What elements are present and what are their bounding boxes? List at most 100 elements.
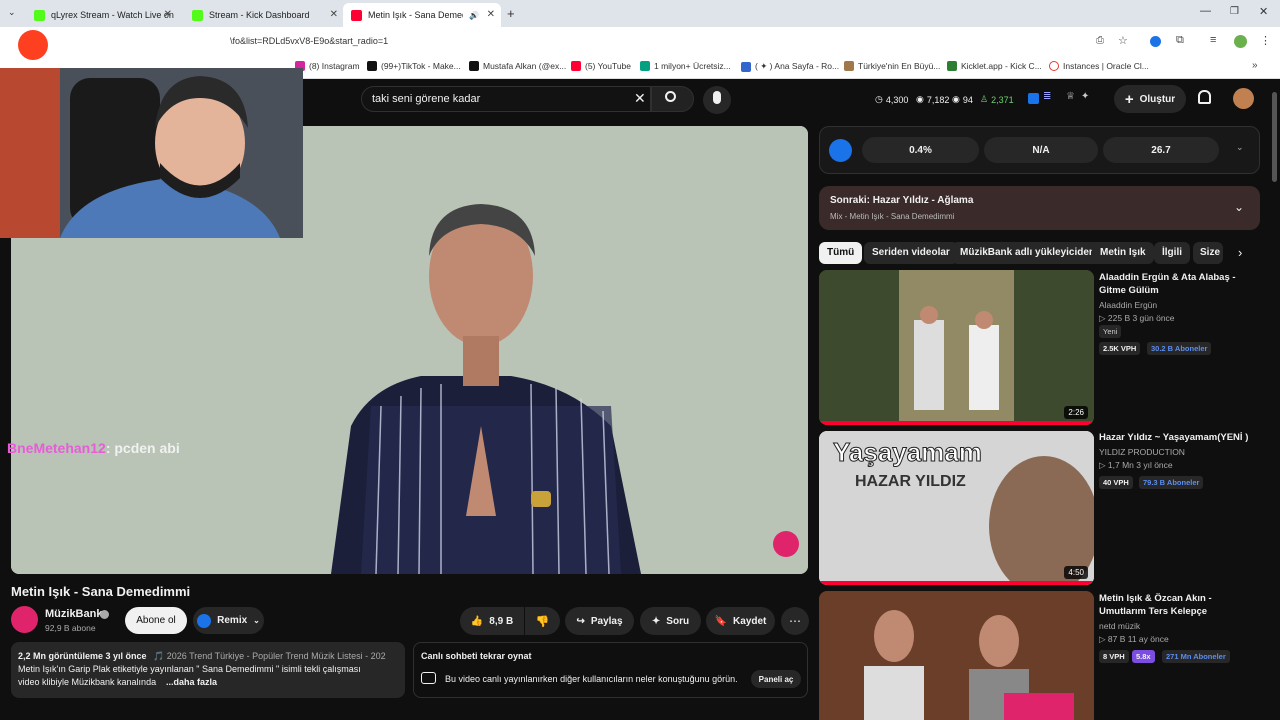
recommendation-thumbnail[interactable]: Yaşayamam HAZAR YILDIZ 4:50 bbox=[819, 431, 1094, 585]
bookmark-item[interactable]: Kicklet.app - Kick C... bbox=[947, 61, 1042, 71]
window-close-button[interactable]: ✕ bbox=[1259, 5, 1268, 18]
puzzle-icon[interactable]: ⧉ bbox=[1176, 34, 1184, 47]
webcam-overlay bbox=[0, 68, 303, 238]
roblox-icon bbox=[741, 61, 751, 72]
close-tab-icon[interactable]: ✕ bbox=[487, 9, 495, 20]
stat-watching: ◉ 94 bbox=[952, 94, 973, 105]
account-avatar[interactable] bbox=[1233, 88, 1254, 109]
like-button[interactable]: 👍 8,9 B bbox=[460, 607, 524, 635]
bookmark-item[interactable]: 1 milyon+ Ücretsiz... bbox=[640, 61, 731, 71]
search-icon bbox=[665, 91, 676, 102]
notifications-bell-icon[interactable] bbox=[1198, 90, 1211, 104]
description-hashtag[interactable]: 🎵 2026 Trend Türkiye - Popüler Trend Müz… bbox=[153, 651, 398, 662]
subs-badge: 79.3 B Aboneler bbox=[1139, 476, 1204, 489]
bookmark-item[interactable]: (8) Instagram bbox=[295, 61, 360, 71]
chip-related[interactable]: İlgili bbox=[1154, 242, 1190, 264]
thumbs-down-icon: 👎 bbox=[535, 615, 550, 628]
bookmark-item[interactable]: Türkiye'nin En Büyü... bbox=[844, 61, 940, 71]
plus-icon: + bbox=[1124, 90, 1134, 108]
recommendation-channel[interactable]: YILDIZ PRODUCTION bbox=[1099, 447, 1185, 457]
dislike-button[interactable]: 👎 bbox=[525, 607, 560, 635]
share-button[interactable]: ↪ Paylaş bbox=[565, 607, 634, 635]
chip-all[interactable]: Tümü bbox=[819, 242, 863, 264]
save-button[interactable]: 🔖 Kaydet bbox=[706, 607, 775, 635]
user-icon: ♙ bbox=[980, 94, 989, 104]
subs-badge: 30.2 B Aboneler bbox=[1147, 342, 1212, 355]
recommendation-thumbnail[interactable]: 2:26 bbox=[819, 270, 1094, 425]
menu-icon[interactable]: ⋮ bbox=[1260, 34, 1271, 47]
bookmark-item[interactable]: ( ✦ ) Ana Sayfa - Ro... bbox=[741, 61, 839, 72]
minimize-button[interactable]: — bbox=[1200, 5, 1211, 17]
tab-search-icon[interactable]: ⌄ bbox=[8, 7, 16, 18]
recommendation-title[interactable]: Metin Işık & Özcan Akın - Umutlarım Ters… bbox=[1099, 592, 1259, 618]
bookmark-item[interactable]: (5) YouTube bbox=[571, 61, 631, 71]
tab-youtube-active[interactable]: Metin Işık - Sana Demedimmi 🔊 ✕ bbox=[343, 3, 501, 27]
speaker-icon: 🔊 bbox=[469, 10, 479, 20]
kick-favicon-icon bbox=[192, 9, 203, 21]
recommendation-title[interactable]: Alaaddin Ergün & Ata Alabaş - Gitme Gülü… bbox=[1099, 271, 1259, 297]
chip-uploader[interactable]: MüzikBank adlı yükleyiciden bbox=[952, 242, 1104, 264]
thumbnail-image bbox=[819, 270, 1094, 425]
stat-subs: ♙ 2,371 bbox=[980, 94, 1014, 105]
chat-bubble-icon bbox=[421, 672, 436, 684]
chip-for-you[interactable]: Size ö bbox=[1193, 242, 1223, 264]
recommendation-thumbnail[interactable] bbox=[819, 591, 1094, 720]
bookmark-item[interactable]: (99+)TikTok - Make... bbox=[367, 61, 461, 71]
vph-badge: 2.5K VPH bbox=[1099, 342, 1141, 355]
ask-button[interactable]: ✦ Soru bbox=[640, 607, 701, 635]
media-icon[interactable]: ≡ bbox=[1210, 34, 1216, 46]
chevron-right-icon[interactable]: › bbox=[1238, 245, 1242, 260]
close-tab-icon[interactable]: ✕ bbox=[330, 9, 338, 20]
vph-badge: 8 VPH bbox=[1099, 650, 1129, 663]
vidiq-icon[interactable] bbox=[1028, 93, 1039, 104]
bookmark-item[interactable]: Mustafa Alkan (@ex... bbox=[469, 61, 566, 71]
bookmark-item[interactable]: Instances | Oracle Cl... bbox=[1049, 61, 1149, 71]
more-bookmarks-icon[interactable]: » bbox=[1252, 60, 1258, 71]
remix-button[interactable]: Remix ⌄ bbox=[193, 607, 264, 634]
clear-search-icon[interactable]: ✕ bbox=[634, 90, 646, 107]
recommendation-channel[interactable]: netd müzik bbox=[1099, 621, 1140, 631]
thumbnail-image bbox=[819, 591, 1094, 720]
sparkle-icon[interactable]: ✦ bbox=[1081, 91, 1089, 102]
chevron-down-icon[interactable]: ⌄ bbox=[1236, 142, 1244, 153]
maximize-button[interactable]: ❐ bbox=[1230, 6, 1239, 17]
trophy-icon[interactable]: ♕ bbox=[1066, 91, 1075, 102]
open-panel-button[interactable]: Paneli aç bbox=[751, 670, 801, 688]
chat-overlay-message: BneMetehan12: pcden abi bbox=[7, 440, 180, 456]
recommendation-title[interactable]: Hazar Yıldız ~ Yaşayamam(YENİ ) bbox=[1099, 431, 1259, 444]
subs-badge: 271 Mn Aboneler bbox=[1162, 650, 1230, 663]
profile-avatar[interactable] bbox=[1234, 35, 1247, 48]
recommendation-channel[interactable]: Alaaddin Ergün bbox=[1099, 300, 1157, 310]
subscribe-button[interactable]: Abone ol bbox=[125, 607, 187, 634]
share-icon: ↪ bbox=[576, 615, 585, 627]
url-input[interactable]: \fo&list=RDLd5vxV8-E9o&start_radio=1 bbox=[230, 36, 388, 46]
create-button[interactable]: + Oluştur bbox=[1114, 85, 1186, 113]
tab-qlyrex[interactable]: qLyrex Stream - Watch Live on ✕ bbox=[26, 3, 178, 27]
thumbs-up-icon: 👍 bbox=[470, 615, 484, 627]
list-icon[interactable]: ≣ bbox=[1043, 91, 1051, 102]
close-tab-icon[interactable]: ✕ bbox=[164, 9, 172, 20]
show-more-link[interactable]: ...daha fazla bbox=[166, 677, 217, 687]
chip-artist[interactable]: Metin Işık bbox=[1092, 242, 1154, 264]
channel-avatar[interactable] bbox=[11, 606, 38, 633]
description-stats: 2,2 Mn görüntüleme 3 yıl önce bbox=[18, 651, 147, 661]
channel-name[interactable]: MüzikBank bbox=[45, 608, 102, 620]
kicklet-icon bbox=[947, 61, 957, 71]
tiktok-icon bbox=[367, 61, 377, 71]
vidiq-metric-2: N/A bbox=[984, 137, 1098, 163]
tab-kick-dashboard[interactable]: Stream - Kick Dashboard ✕ bbox=[184, 3, 344, 27]
search-input[interactable]: taki seni görene kadar bbox=[361, 86, 651, 112]
x-icon bbox=[469, 61, 479, 71]
more-icon: ⋯ bbox=[789, 614, 801, 628]
expand-chevron-icon[interactable]: ⌄ bbox=[1234, 200, 1244, 214]
description-line1: Metin Işık'ın Garip Plak etiketiyle yayı… bbox=[18, 664, 361, 674]
install-icon[interactable]: ⎙ bbox=[1096, 35, 1104, 46]
mix-panel[interactable] bbox=[819, 186, 1260, 230]
chip-series[interactable]: Seriden videolar bbox=[864, 242, 958, 264]
new-tab-button[interactable]: + bbox=[507, 6, 515, 21]
recommendation-stats: ▷ 87 B 11 ay önce bbox=[1099, 634, 1169, 644]
extension-icon[interactable] bbox=[1150, 36, 1161, 47]
more-actions-button[interactable]: ⋯ bbox=[781, 607, 809, 635]
page-scrollbar[interactable] bbox=[1272, 92, 1277, 182]
bookmark-star-icon[interactable]: ☆ bbox=[1118, 34, 1128, 47]
